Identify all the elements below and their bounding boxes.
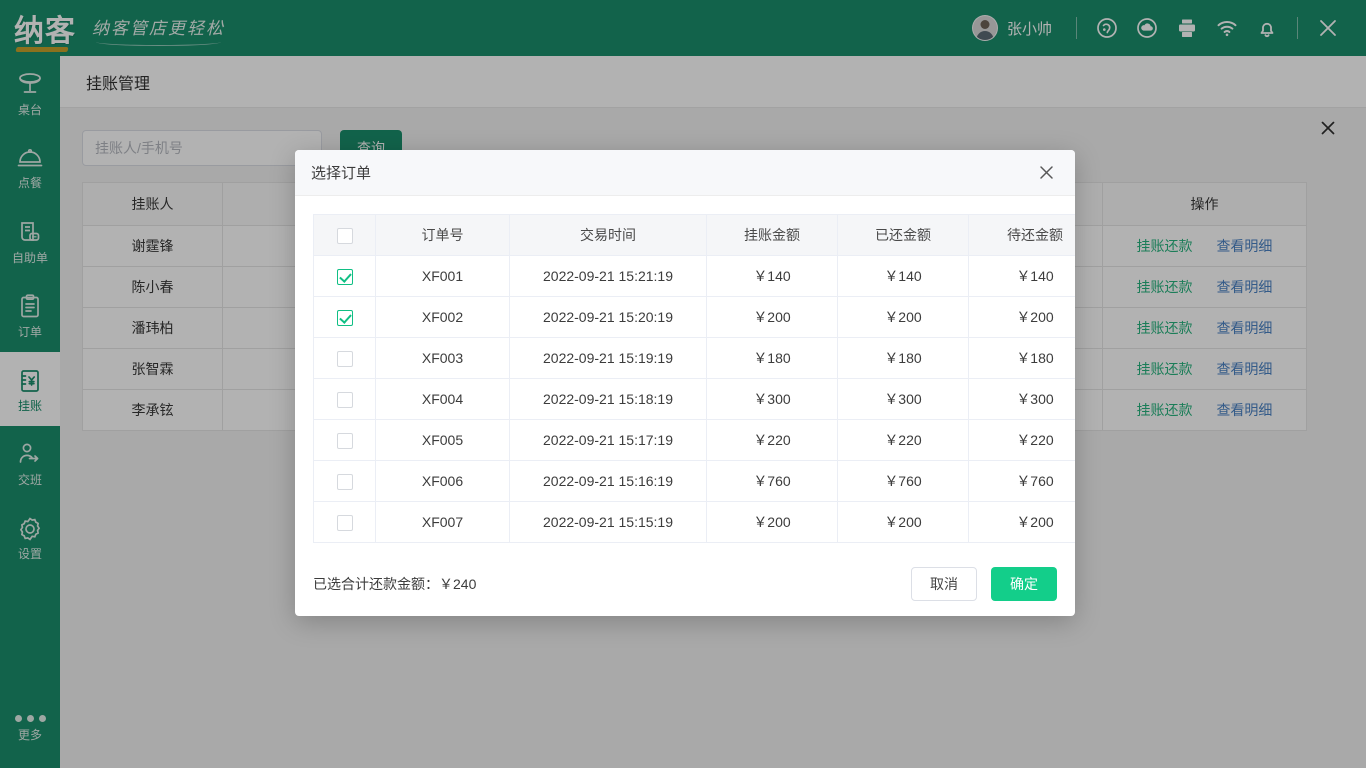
table-row[interactable]: XF003 2022-09-21 15:19:19 ￥180 ￥180 ￥180 [314, 338, 1076, 379]
cell-time: 2022-09-21 15:17:19 [510, 420, 707, 461]
row-select-cell [314, 338, 376, 379]
cell-credit: ￥200 [707, 502, 838, 543]
col-header-order-no: 订单号 [376, 215, 510, 256]
col-header-due-amount: 待还金额 [969, 215, 1076, 256]
cell-due: ￥180 [969, 338, 1076, 379]
row-select-cell [314, 420, 376, 461]
row-checkbox[interactable] [337, 515, 353, 531]
cell-credit: ￥220 [707, 420, 838, 461]
cell-credit: ￥180 [707, 338, 838, 379]
row-checkbox[interactable] [337, 351, 353, 367]
table-row[interactable]: XF007 2022-09-21 15:15:19 ￥200 ￥200 ￥200 [314, 502, 1076, 543]
row-select-cell [314, 256, 376, 297]
cell-time: 2022-09-21 15:20:19 [510, 297, 707, 338]
table-row[interactable]: XF004 2022-09-21 15:18:19 ￥300 ￥300 ￥300 [314, 379, 1076, 420]
row-checkbox[interactable] [337, 392, 353, 408]
select-order-dialog: 选择订单 订单号 交易时间 [295, 150, 1075, 616]
row-checkbox[interactable] [337, 310, 353, 326]
dialog-title: 选择订单 [311, 162, 371, 183]
cell-credit: ￥760 [707, 461, 838, 502]
cancel-button[interactable]: 取消 [911, 567, 977, 601]
cell-paid: ￥200 [838, 502, 969, 543]
cell-paid: ￥760 [838, 461, 969, 502]
row-checkbox[interactable] [337, 474, 353, 490]
cell-time: 2022-09-21 15:21:19 [510, 256, 707, 297]
cell-due: ￥140 [969, 256, 1076, 297]
row-select-cell [314, 297, 376, 338]
app-root: 纳客 纳客管店更轻松 张小帅 [0, 0, 1366, 768]
table-row[interactable]: XF005 2022-09-21 15:17:19 ￥220 ￥220 ￥220 [314, 420, 1076, 461]
cell-paid: ￥200 [838, 297, 969, 338]
cell-paid: ￥140 [838, 256, 969, 297]
cell-credit: ￥200 [707, 297, 838, 338]
cell-order-no: XF005 [376, 420, 510, 461]
row-checkbox[interactable] [337, 269, 353, 285]
select-all-header [314, 215, 376, 256]
dialog-body: 订单号 交易时间 挂账金额 已还金额 待还金额 XF001 2022-09-21… [295, 196, 1075, 550]
cell-time: 2022-09-21 15:16:19 [510, 461, 707, 502]
col-header-credit-amount: 挂账金额 [707, 215, 838, 256]
cell-order-no: XF004 [376, 379, 510, 420]
cell-order-no: XF007 [376, 502, 510, 543]
row-checkbox[interactable] [337, 433, 353, 449]
cell-credit: ￥140 [707, 256, 838, 297]
cell-due: ￥200 [969, 297, 1076, 338]
row-select-cell [314, 461, 376, 502]
row-select-cell [314, 379, 376, 420]
col-header-paid-amount: 已还金额 [838, 215, 969, 256]
dialog-buttons: 取消 确定 [911, 567, 1057, 601]
cell-time: 2022-09-21 15:15:19 [510, 502, 707, 543]
cell-paid: ￥180 [838, 338, 969, 379]
table-row[interactable]: XF002 2022-09-21 15:20:19 ￥200 ￥200 ￥200 [314, 297, 1076, 338]
cell-order-no: XF001 [376, 256, 510, 297]
cell-time: 2022-09-21 15:19:19 [510, 338, 707, 379]
cell-due: ￥300 [969, 379, 1076, 420]
selected-total-label: 已选合计还款金额：￥240 [313, 574, 476, 594]
cell-credit: ￥300 [707, 379, 838, 420]
order-select-table: 订单号 交易时间 挂账金额 已还金额 待还金额 XF001 2022-09-21… [313, 214, 1075, 543]
cell-paid: ￥220 [838, 420, 969, 461]
row-select-cell [314, 502, 376, 543]
order-table-header-row: 订单号 交易时间 挂账金额 已还金额 待还金额 [314, 215, 1076, 256]
col-header-time: 交易时间 [510, 215, 707, 256]
cell-paid: ￥300 [838, 379, 969, 420]
cell-order-no: XF002 [376, 297, 510, 338]
table-row[interactable]: XF001 2022-09-21 15:21:19 ￥140 ￥140 ￥140 [314, 256, 1076, 297]
table-row[interactable]: XF006 2022-09-21 15:16:19 ￥760 ￥760 ￥760 [314, 461, 1076, 502]
cell-order-no: XF006 [376, 461, 510, 502]
cell-order-no: XF003 [376, 338, 510, 379]
cell-time: 2022-09-21 15:18:19 [510, 379, 707, 420]
select-all-checkbox[interactable] [337, 228, 353, 244]
cell-due: ￥200 [969, 502, 1076, 543]
dialog-header: 选择订单 [295, 150, 1075, 196]
order-table-body: XF001 2022-09-21 15:21:19 ￥140 ￥140 ￥140… [314, 256, 1076, 543]
confirm-button[interactable]: 确定 [991, 567, 1057, 601]
dialog-footer: 已选合计还款金额：￥240 取消 确定 [295, 550, 1075, 616]
close-icon[interactable] [1033, 160, 1059, 186]
cell-due: ￥760 [969, 461, 1076, 502]
cell-due: ￥220 [969, 420, 1076, 461]
